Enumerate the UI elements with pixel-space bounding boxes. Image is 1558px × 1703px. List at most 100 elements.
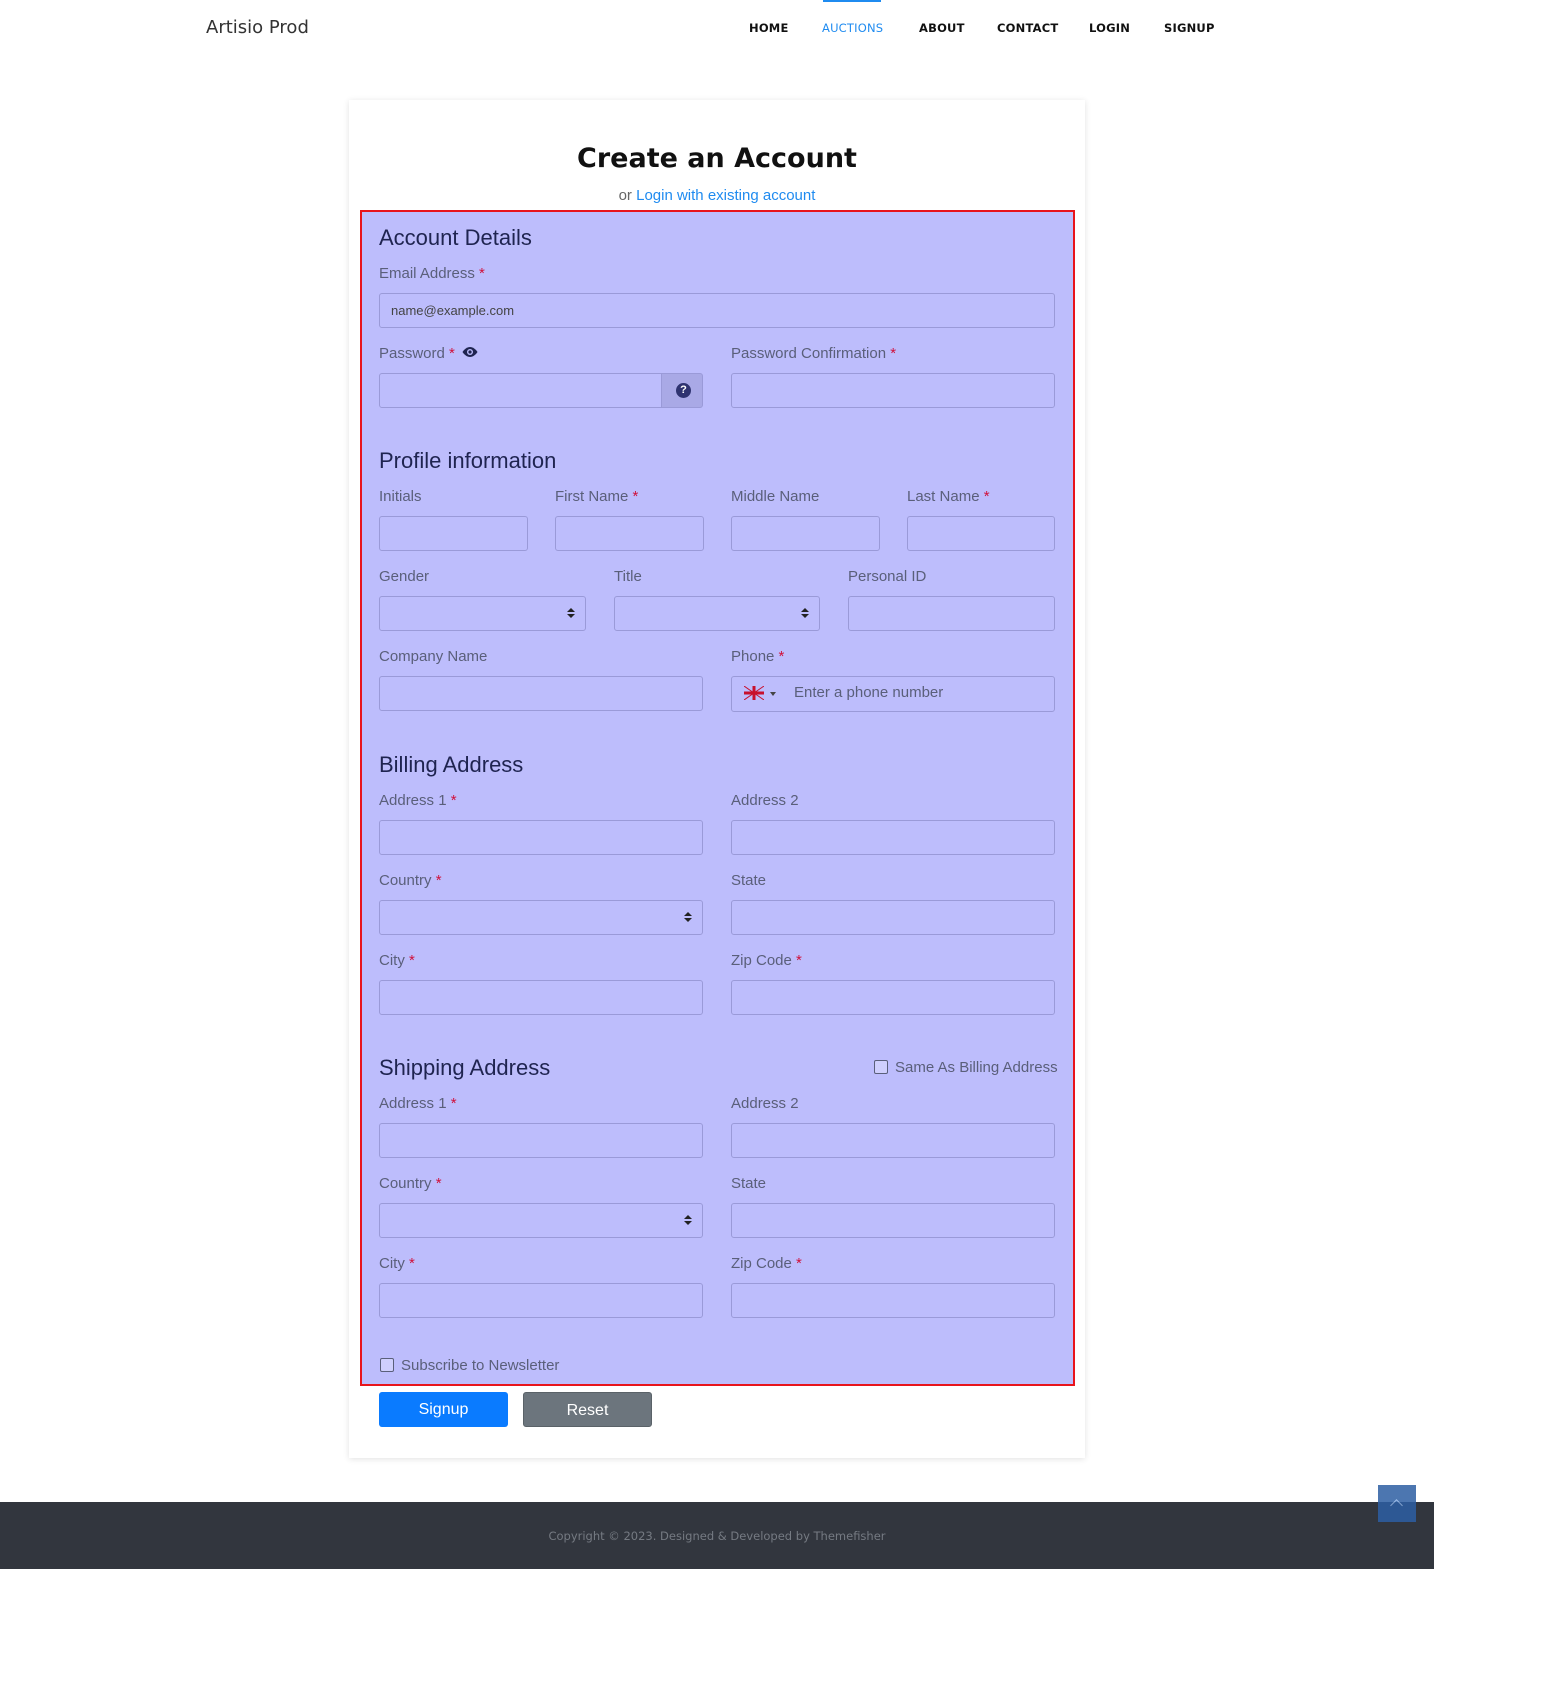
billing-country-select[interactable] [379, 900, 703, 935]
nav-login[interactable]: LOGIN [1089, 21, 1130, 35]
billing-address2-label: Address 2 [731, 792, 799, 809]
scroll-to-top-button[interactable] [1378, 1485, 1416, 1522]
shipping-address1-field[interactable] [379, 1123, 703, 1158]
title-label: Title [614, 568, 642, 585]
billing-address1-label: Address 1 * [379, 792, 457, 809]
initials-label: Initials [379, 488, 422, 505]
phone-placeholder: Enter a phone number [794, 684, 944, 701]
company-label: Company Name [379, 648, 488, 665]
chevron-down-icon[interactable] [770, 692, 776, 696]
required-mark: * [435, 1175, 442, 1192]
required-mark: * [479, 265, 485, 282]
billing-city-label: City * [379, 952, 415, 969]
shipping-zip-field[interactable] [731, 1283, 1055, 1318]
required-mark: * [409, 1255, 415, 1272]
initials-field[interactable] [379, 516, 528, 551]
select-arrows-icon [567, 607, 575, 621]
same-as-billing-checkbox[interactable] [874, 1060, 888, 1074]
email-label-text: Email Address [379, 265, 475, 282]
nav-contact[interactable]: CONTACT [997, 21, 1058, 35]
eye-icon[interactable] [461, 345, 479, 359]
billing-state-label: State [731, 872, 767, 889]
billing-city-label-text: City [379, 952, 405, 969]
billing-country-label: Country * [379, 872, 442, 889]
nav-active-indicator [823, 0, 881, 2]
required-mark: * [450, 1095, 457, 1112]
brand-logo[interactable]: Artisio Prod [206, 17, 309, 38]
shipping-city-label-text: City [379, 1255, 405, 1272]
shipping-zip-label: Zip Code * [731, 1255, 802, 1272]
required-mark: * [983, 488, 990, 505]
uk-flag-icon[interactable] [744, 686, 764, 700]
required-mark: * [796, 1255, 802, 1272]
shipping-address1-label-text: Address 1 [379, 1095, 447, 1112]
newsletter-label[interactable]: Subscribe to Newsletter [401, 1357, 559, 1374]
newsletter-checkbox[interactable] [380, 1358, 394, 1372]
required-mark: * [796, 952, 802, 969]
billing-state-field[interactable] [731, 900, 1055, 935]
personal-id-field[interactable] [848, 596, 1055, 631]
select-arrows-icon [801, 607, 809, 621]
password-label: Password * [379, 345, 455, 362]
login-prompt: or Login with existing account [349, 187, 1085, 204]
last-name-label: Last Name * [907, 488, 990, 505]
shipping-state-field[interactable] [731, 1203, 1055, 1238]
phone-label-text: Phone [731, 648, 775, 665]
select-arrows-icon [684, 911, 692, 925]
footer-copyright: Copyright © 2023. Designed & Developed b… [548, 1529, 886, 1543]
billing-zip-label: Zip Code * [731, 952, 802, 969]
first-name-field[interactable] [555, 516, 704, 551]
gender-label: Gender [379, 568, 430, 585]
company-field[interactable] [379, 676, 703, 711]
login-link[interactable]: Login with existing account [636, 187, 815, 204]
billing-address1-label-text: Address 1 [379, 792, 447, 809]
billing-zip-label-text: Zip Code [731, 952, 792, 969]
required-mark: * [435, 872, 442, 889]
nav-home[interactable]: HOME [749, 21, 789, 35]
password-field[interactable] [379, 373, 662, 408]
last-name-label-text: Last Name [907, 488, 980, 505]
billing-address2-field[interactable] [731, 820, 1055, 855]
reset-button[interactable]: Reset [523, 1392, 652, 1427]
footer: Copyright © 2023. Designed & Developed b… [0, 1502, 1434, 1569]
page-title: Create an Account [577, 143, 857, 174]
same-as-billing-label[interactable]: Same As Billing Address [895, 1059, 1058, 1076]
required-mark: * [449, 345, 455, 362]
billing-zip-field[interactable] [731, 980, 1055, 1015]
last-name-field[interactable] [907, 516, 1055, 551]
shipping-address1-label: Address 1 * [379, 1095, 457, 1112]
signup-button[interactable]: Signup [379, 1392, 508, 1427]
login-prompt-prefix: or [618, 187, 632, 204]
select-arrows-icon [684, 1214, 692, 1228]
title-select[interactable] [614, 596, 820, 631]
question-icon: ? [676, 383, 691, 398]
gender-select[interactable] [379, 596, 586, 631]
profile-heading: Profile information [379, 448, 557, 473]
first-name-label-text: First Name [555, 488, 629, 505]
password-help-button[interactable]: ? [661, 373, 703, 408]
nav-auctions[interactable]: AUCTIONS [822, 21, 883, 35]
password-confirm-field[interactable] [731, 373, 1055, 408]
shipping-address2-field[interactable] [731, 1123, 1055, 1158]
billing-heading: Billing Address [379, 752, 524, 777]
shipping-city-label: City * [379, 1255, 415, 1272]
email-field[interactable]: name@example.com [379, 293, 1055, 328]
personal-id-label: Personal ID [848, 568, 927, 585]
shipping-city-field[interactable] [379, 1283, 703, 1318]
shipping-state-label: State [731, 1175, 767, 1192]
required-mark: * [409, 952, 415, 969]
required-mark: * [632, 488, 639, 505]
required-mark: * [778, 648, 785, 665]
billing-city-field[interactable] [379, 980, 703, 1015]
billing-country-label-text: Country [379, 872, 432, 889]
shipping-country-select[interactable] [379, 1203, 703, 1238]
password-confirm-label: Password Confirmation * [731, 345, 896, 362]
middle-name-field[interactable] [731, 516, 880, 551]
password-confirm-label-text: Password Confirmation [731, 345, 887, 362]
shipping-country-label: Country * [379, 1175, 442, 1192]
password-label-text: Password [379, 345, 445, 362]
billing-address1-field[interactable] [379, 820, 703, 855]
nav-signup[interactable]: SIGNUP [1164, 21, 1215, 35]
nav-about[interactable]: ABOUT [919, 21, 965, 35]
navbar: Artisio Prod HOME AUCTIONS ABOUT CONTACT… [0, 0, 1434, 56]
